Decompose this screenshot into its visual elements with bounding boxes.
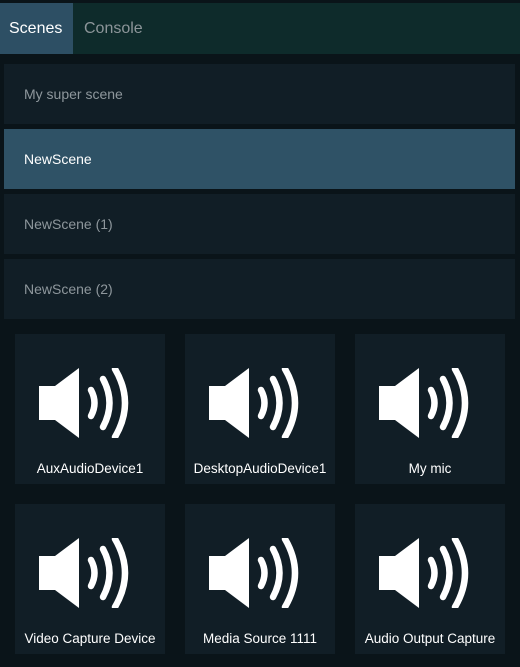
scene-item[interactable]: My super scene [4, 64, 515, 124]
source-label: My mic [408, 461, 452, 476]
source-tile[interactable]: Media Source 1111 [185, 504, 335, 654]
scene-list: My super scene NewScene NewScene (1) New… [4, 64, 515, 324]
speaker-icon [379, 538, 469, 608]
source-tile[interactable]: Audio Output Capture [355, 504, 505, 654]
source-label: Audio Output Capture [364, 631, 496, 646]
speaker-icon [209, 368, 299, 438]
speaker-icon [39, 368, 129, 438]
source-label: DesktopAudioDevice1 [193, 461, 327, 476]
speaker-icon [209, 538, 299, 608]
tab-scenes[interactable]: Scenes [0, 3, 73, 54]
tab-console[interactable]: Console [73, 3, 154, 54]
speaker-icon [379, 368, 469, 438]
scene-item-selected[interactable]: NewScene [4, 129, 515, 189]
source-tile[interactable]: My mic [355, 334, 505, 484]
speaker-icon [39, 538, 129, 608]
scene-item[interactable]: NewScene (1) [4, 194, 515, 254]
source-tile[interactable]: AuxAudioDevice1 [15, 334, 165, 484]
source-label: Media Source 1111 [202, 631, 318, 646]
source-label: AuxAudioDevice1 [36, 461, 144, 476]
source-tile[interactable]: Video Capture Device [15, 504, 165, 654]
scene-item[interactable]: NewScene (2) [4, 259, 515, 319]
source-tile[interactable]: DesktopAudioDevice1 [185, 334, 335, 484]
app-window: Scenes Console My super scene NewScene N… [0, 0, 520, 667]
tab-bar: Scenes Console [0, 3, 520, 54]
source-label: Video Capture Device [24, 631, 156, 646]
